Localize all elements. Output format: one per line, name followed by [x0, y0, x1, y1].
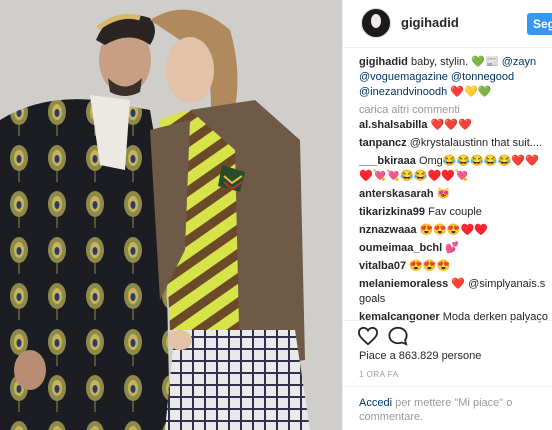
heart-icon: [357, 326, 379, 346]
login-prompt: Accedi per mettere "Mi piace" o commenta…: [359, 396, 545, 424]
comment-button[interactable]: [387, 326, 409, 346]
mention-inezandvinoodh[interactable]: @inezandvinoodh: [359, 86, 447, 98]
mention-zayn[interactable]: @zayn: [502, 56, 536, 68]
post-photo[interactable]: [0, 0, 342, 430]
load-more-comments[interactable]: carica altri commenti: [359, 103, 549, 118]
comment-username[interactable]: anterskasarah: [359, 188, 434, 200]
likes-count[interactable]: Piace a 863.829 persone: [359, 350, 481, 362]
comment-username[interactable]: ___bkiraaa: [359, 155, 416, 167]
photo-illustration: [0, 0, 342, 430]
mention-tonnegood[interactable]: @tonnegood: [451, 71, 514, 83]
login-divider: [343, 386, 552, 387]
comment-username[interactable]: nznazwaaa: [359, 224, 416, 236]
comment-text: 💕: [445, 242, 459, 254]
list-item: nznazwaaa 😍😍😍♥️♥️: [359, 223, 549, 238]
avatar-face-icon: [371, 14, 381, 28]
login-link[interactable]: Accedi: [359, 397, 392, 409]
comment-text: ❤️❤️❤️: [430, 119, 472, 131]
comment-text: 😍😍😍: [409, 260, 451, 272]
caption-emoji-2: ❤️💛💚: [450, 86, 492, 98]
comment-username[interactable]: tanpancz: [359, 137, 407, 149]
avatar[interactable]: [361, 8, 391, 38]
caption-text: baby, stylin.: [410, 56, 472, 68]
post-sidebar: gigihadid Segui gigihadid baby, stylin. …: [342, 0, 552, 430]
list-item: oumeimaa_bchl 💕: [359, 241, 549, 256]
caption-username[interactable]: gigihadid: [359, 56, 408, 68]
actions-divider: [343, 320, 552, 322]
comment-text: 😍😍😍♥️♥️: [419, 224, 489, 236]
list-item: ___bkiraaa Omg😂😂😂😂😂❤️❤️♥️💘💘😂😂♥️♥️💘: [359, 154, 549, 184]
list-item: melaniemoraless ❤️ @simplyanais.s goals: [359, 277, 549, 307]
comment-username[interactable]: tikarizkina99: [359, 206, 425, 218]
comment-username[interactable]: oumeimaa_bchl: [359, 242, 442, 254]
list-item: al.shalsabilla ❤️❤️❤️: [359, 118, 549, 133]
comment-username[interactable]: vitalba07: [359, 260, 406, 272]
post-timestamp: 1 ORA FA: [359, 370, 399, 379]
comment-icon: [388, 326, 408, 346]
comment-text: 😻: [436, 188, 451, 200]
caption-emoji-1: 💚📰: [471, 56, 499, 68]
list-item: tanpancz @krystalaustinn that suit....: [359, 136, 549, 151]
list-item: kemalcangoner Moda derken palyaço: [359, 310, 549, 325]
list-item: vitalba07 😍😍😍: [359, 259, 549, 274]
post-header: gigihadid Segui: [343, 0, 552, 48]
mention-vogue[interactable]: @voguemagazine: [359, 71, 448, 83]
comment-text: @krystalaustinn that suit....: [409, 137, 542, 149]
comment-text: Fav couple: [428, 206, 482, 218]
comment-username[interactable]: al.shalsabilla: [359, 119, 427, 131]
list-item: tikarizkina99 Fav couple: [359, 205, 549, 220]
header-username[interactable]: gigihadid: [401, 15, 459, 30]
comment-username[interactable]: melaniemoraless: [359, 278, 448, 290]
list-item: anterskasarah 😻: [359, 187, 549, 202]
comments-list: gigihadid baby, stylin. 💚📰 @zayn @voguem…: [359, 55, 549, 328]
follow-button[interactable]: Segui: [527, 13, 552, 35]
caption: gigihadid baby, stylin. 💚📰 @zayn @voguem…: [359, 55, 549, 100]
like-button[interactable]: [357, 326, 379, 346]
